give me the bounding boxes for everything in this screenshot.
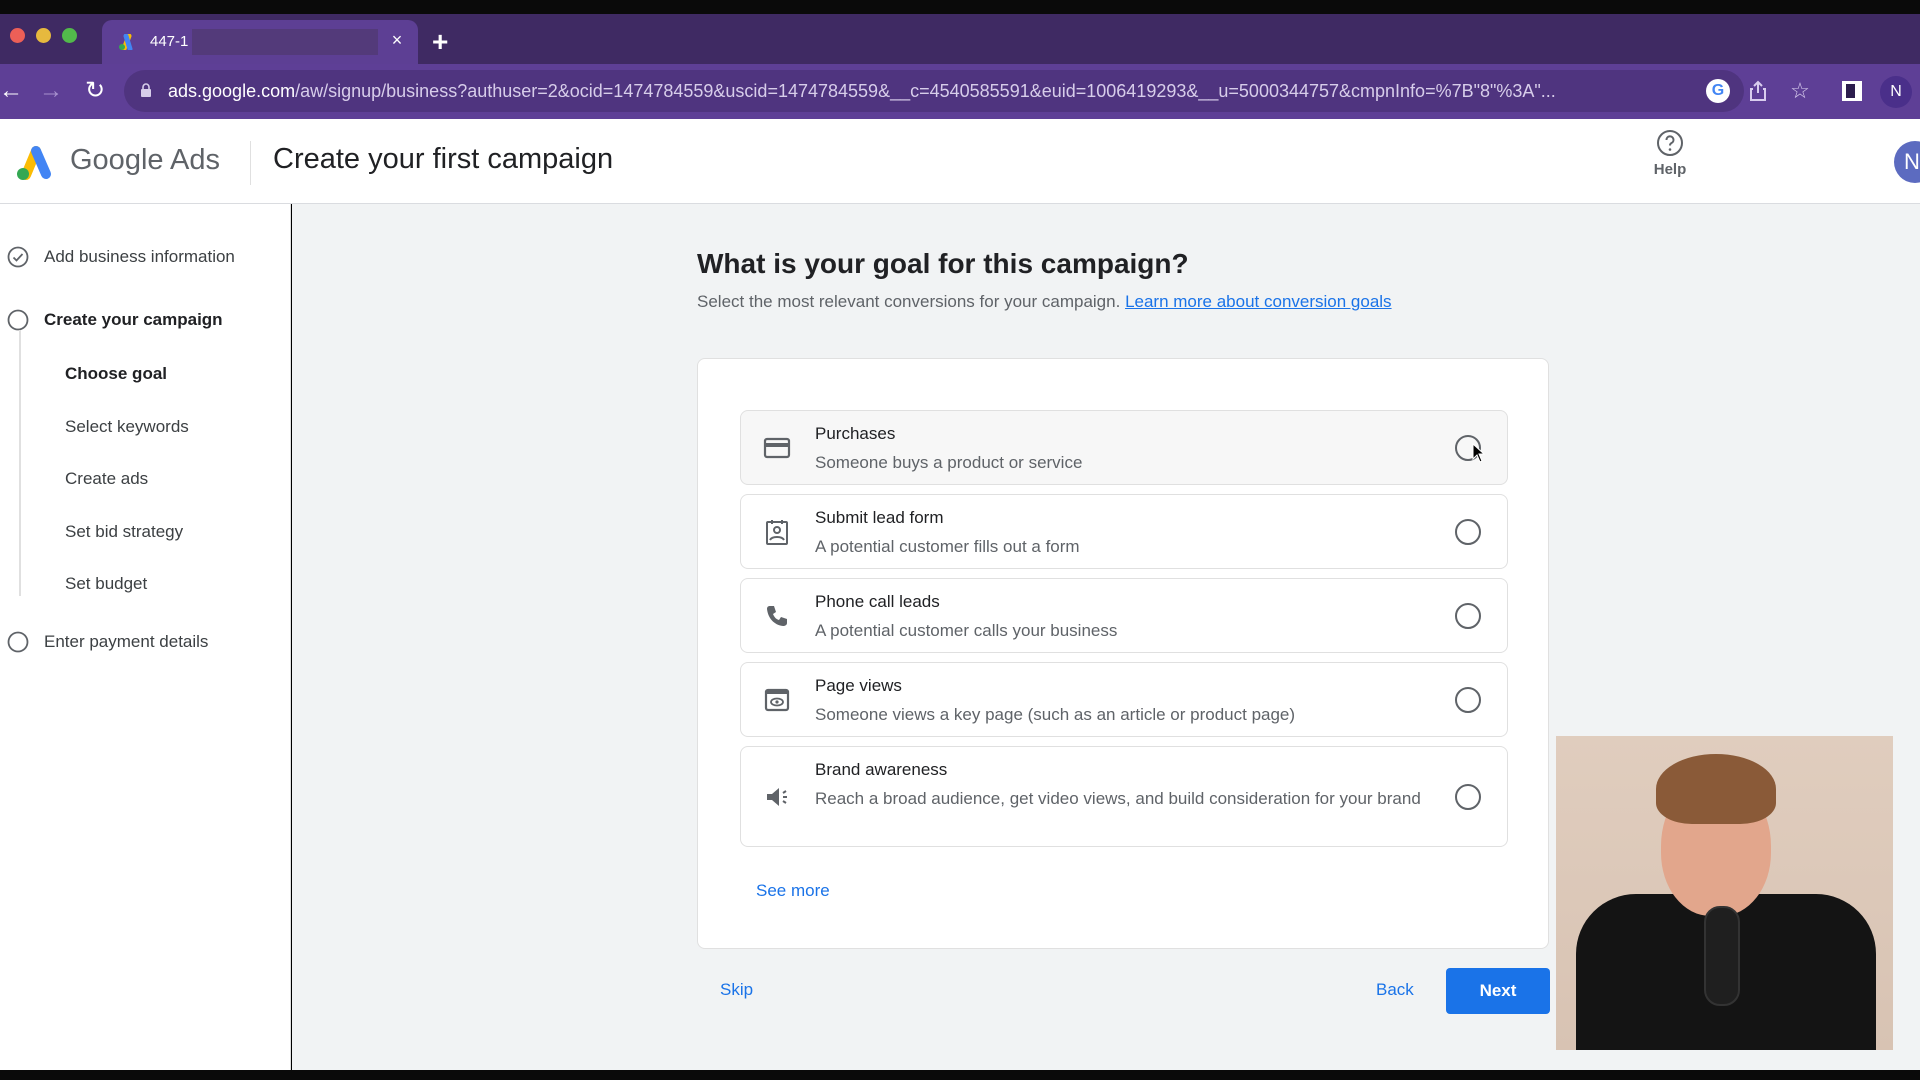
learn-more-link[interactable]: Learn more about conversion goals xyxy=(1125,292,1392,311)
screen-bottom-bar xyxy=(0,1070,1920,1080)
url-host: ads.google.com xyxy=(168,81,296,101)
phone-icon xyxy=(767,606,787,626)
option-description: Someone buys a product or service xyxy=(815,453,1083,472)
radio-phone-call-leads[interactable] xyxy=(1455,603,1481,629)
substep-choose-goal[interactable]: Choose goal xyxy=(65,364,167,384)
share-icon[interactable] xyxy=(1746,79,1770,103)
substep-select-keywords[interactable]: Select keywords xyxy=(65,417,189,437)
radio-brand-awareness[interactable] xyxy=(1455,784,1481,810)
option-title: Page views xyxy=(815,676,902,695)
skip-button[interactable]: Skip xyxy=(720,980,753,1000)
step-label: Create your campaign xyxy=(44,310,223,329)
header-divider xyxy=(250,141,251,185)
browser-tab-strip: 447-1 × + xyxy=(0,14,1920,64)
brand-name: Google Ads xyxy=(70,144,220,176)
url-path: /aw/signup/business?authuser=2&ocid=1474… xyxy=(295,81,1556,101)
option-description: A potential customer fills out a form xyxy=(815,537,1080,556)
substep-create-ads[interactable]: Create ads xyxy=(65,469,148,489)
goal-option-brand-awareness[interactable]: Brand awareness Reach a broad audience, … xyxy=(740,746,1508,847)
tab-title: 447-1 xyxy=(150,33,189,50)
goal-question-heading: What is your goal for this campaign? xyxy=(697,248,1189,279)
mouse-cursor-icon xyxy=(1472,443,1486,463)
url-text[interactable]: ads.google.com/aw/signup/business?authus… xyxy=(168,81,1556,102)
goal-option-submit-lead-form[interactable]: Submit lead form A potential customer fi… xyxy=(740,494,1508,569)
megaphone-icon xyxy=(767,788,787,806)
goal-option-page-views[interactable]: Page views Someone views a key page (suc… xyxy=(740,662,1508,737)
option-title: Phone call leads xyxy=(815,592,940,611)
browser-profile-button[interactable]: N xyxy=(1880,76,1912,108)
browser-tab[interactable]: 447-1 × xyxy=(102,20,418,64)
app-header: Google Ads Create your first campaign He… xyxy=(0,119,1920,204)
presenter-hair xyxy=(1656,754,1776,824)
next-button[interactable]: Next xyxy=(1446,968,1550,1014)
google-ads-logo-icon xyxy=(17,146,51,180)
back-button-page[interactable]: Back xyxy=(1376,980,1414,1000)
browser-toolbar: ← → ↻ ads.google.com/aw/signup/business?… xyxy=(0,64,1920,119)
screen-top-bar xyxy=(0,0,1920,14)
option-title: Purchases xyxy=(815,424,896,443)
goal-option-phone-call-leads[interactable]: Phone call leads A potential customer ca… xyxy=(740,578,1508,653)
step-label: Enter payment details xyxy=(44,632,209,651)
subtitle-text: Select the most relevant conversions for… xyxy=(697,292,1121,311)
window-minimize-button[interactable] xyxy=(36,28,51,43)
option-title: Brand awareness xyxy=(815,760,948,779)
radio-page-views[interactable] xyxy=(1455,687,1481,713)
check-circle-icon xyxy=(7,246,29,268)
option-description: Reach a broad audience, get video views,… xyxy=(815,789,1421,808)
goal-option-purchases[interactable]: Purchases Someone buys a product or serv… xyxy=(740,410,1508,485)
step-label: Add business information xyxy=(44,247,235,266)
help-label: Help xyxy=(1653,161,1687,178)
microphone xyxy=(1704,906,1740,1006)
bookmark-star-icon[interactable]: ☆ xyxy=(1788,79,1812,103)
goal-options-card: Purchases Someone buys a product or serv… xyxy=(697,358,1549,949)
address-bar[interactable]: ads.google.com/aw/signup/business?authus… xyxy=(124,70,1810,112)
progress-sidebar: Add business information Create your cam… xyxy=(0,204,291,1070)
goal-subtitle: Select the most relevant conversions for… xyxy=(697,292,1392,312)
substep-set-bid-strategy[interactable]: Set bid strategy xyxy=(65,522,183,542)
radio-submit-lead-form[interactable] xyxy=(1455,519,1481,545)
circle-icon xyxy=(7,631,29,653)
contact-form-icon xyxy=(766,520,788,545)
help-button[interactable]: Help xyxy=(1640,129,1700,191)
forward-button[interactable]: → xyxy=(36,76,66,106)
redacted-tab-title xyxy=(192,29,378,55)
tab-close-button[interactable]: × xyxy=(386,30,408,51)
lock-icon xyxy=(141,83,151,97)
page-title: Create your first campaign xyxy=(273,143,614,175)
window-close-button[interactable] xyxy=(10,28,25,43)
option-description: A potential customer calls your business xyxy=(815,621,1118,640)
presenter-webcam-video xyxy=(1556,736,1893,1050)
circle-icon xyxy=(7,309,29,331)
back-button[interactable]: ← xyxy=(0,76,26,106)
page-view-icon xyxy=(764,688,790,712)
new-tab-button[interactable]: + xyxy=(432,28,448,56)
credit-card-icon xyxy=(763,437,791,459)
account-avatar[interactable]: N xyxy=(1894,141,1920,183)
google-lens-icon[interactable]: G xyxy=(1706,79,1730,103)
substeps-connector xyxy=(19,330,21,596)
substep-set-budget[interactable]: Set budget xyxy=(65,574,147,594)
option-title: Submit lead form xyxy=(815,508,944,527)
side-panel-icon[interactable] xyxy=(1842,81,1862,101)
help-icon xyxy=(1657,130,1683,156)
window-maximize-button[interactable] xyxy=(62,28,77,43)
reload-button[interactable]: ↻ xyxy=(80,76,110,106)
option-description: Someone views a key page (such as an art… xyxy=(815,705,1296,724)
google-ads-favicon-icon xyxy=(119,34,133,50)
see-more-link[interactable]: See more xyxy=(756,881,830,901)
